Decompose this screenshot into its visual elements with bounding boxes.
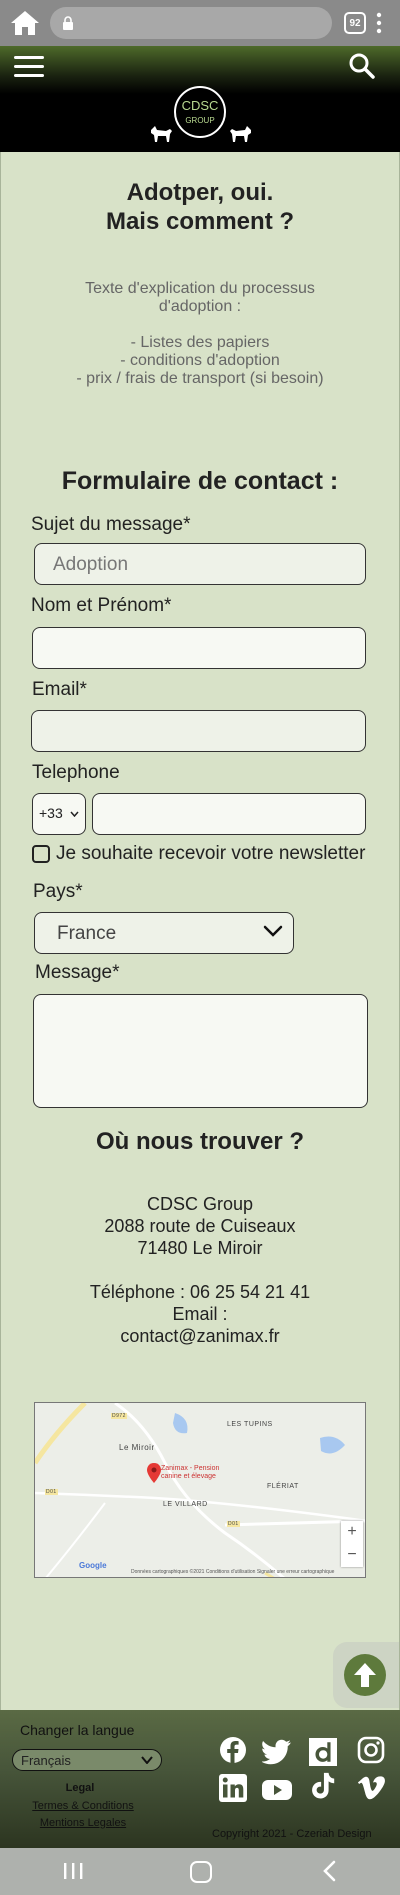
phone-label: Telephone [32, 762, 120, 783]
email-label: Email* [32, 679, 87, 700]
zoom-out-button[interactable]: − [341, 1544, 363, 1567]
explanation-list-item: - Listes des papiers [130, 334, 270, 351]
name-field[interactable] [32, 627, 366, 669]
explanation-line: d'adoption : [158, 298, 242, 315]
recent-apps-icon[interactable] [62, 1862, 84, 1880]
arrow-up-icon [354, 1663, 376, 1687]
dog-silhouette-icon [230, 126, 251, 142]
map-label: Le Miroir [119, 1443, 155, 1452]
home-icon[interactable] [10, 10, 40, 36]
explanation-list-item: - prix / frais de transport (si besoin) [76, 370, 324, 387]
country-select[interactable]: France [34, 912, 294, 954]
location-map[interactable]: LES TUPINS Le Miroir LE VILLARD FLÉRIAT … [34, 1402, 366, 1578]
road-label: D01 [227, 1521, 240, 1527]
tiktok-icon[interactable] [308, 1772, 338, 1800]
phone-number: Téléphone : 06 25 54 21 41 [89, 1282, 311, 1302]
explanation-line: Texte d'explication du processus [85, 280, 315, 297]
map-pin-icon[interactable] [147, 1463, 161, 1483]
map-label: FLÉRIAT [267, 1483, 299, 1490]
hamburger-menu-icon[interactable] [14, 54, 44, 78]
instagram-icon[interactable] [356, 1736, 386, 1764]
site-footer: Changer la langue Français Legal Termes … [0, 1710, 400, 1848]
linkedin-icon[interactable] [218, 1774, 248, 1802]
address-street: 2088 route de Cuiseaux [104, 1216, 296, 1236]
chevron-down-icon [70, 811, 79, 817]
legal-heading: Legal [65, 1782, 95, 1794]
adoption-heading-line1: Adotper, oui. [126, 179, 274, 206]
map-label: LES TUPINS [227, 1421, 273, 1428]
location-heading: Où nous trouver ? [95, 1128, 304, 1155]
lock-icon [63, 16, 73, 30]
message-label: Message* [35, 962, 120, 983]
country-selected-value: France [57, 923, 117, 944]
phone-field[interactable] [92, 793, 366, 835]
road-label: D01 [45, 1489, 58, 1495]
copyright-text: Copyright 2021 - Czeriah Design [212, 1828, 372, 1840]
zoom-in-button[interactable]: + [341, 1521, 363, 1544]
adoption-heading: Adotper, oui. Mais comment ? [0, 178, 400, 236]
map-background [35, 1403, 365, 1577]
home-button-icon[interactable] [190, 1861, 212, 1883]
vimeo-icon[interactable] [356, 1774, 386, 1802]
logo-subtitle: GROUP [185, 116, 215, 125]
email-field[interactable] [31, 710, 366, 752]
email-heading: Email : [172, 1304, 228, 1324]
adoption-heading-line2: Mais comment ? [105, 208, 295, 235]
more-options-icon[interactable] [376, 12, 382, 34]
dog-silhouette-icon [151, 126, 172, 142]
twitter-icon[interactable] [262, 1738, 292, 1766]
phone-country-code-select[interactable]: +33 [32, 793, 86, 835]
subject-label: Sujet du message* [31, 514, 191, 535]
language-select[interactable]: Français [12, 1749, 162, 1771]
search-icon[interactable] [348, 52, 376, 80]
message-textarea[interactable] [33, 994, 368, 1108]
site-logo[interactable]: CDSC GROUP [144, 86, 254, 152]
back-to-top-button[interactable] [333, 1642, 399, 1708]
terms-link[interactable]: Termes & Conditions [0, 1800, 166, 1812]
country-label: Pays* [33, 881, 83, 902]
tab-switcher-button[interactable]: 92 [344, 12, 366, 34]
back-icon[interactable] [322, 1860, 336, 1882]
legal-notice-link[interactable]: Mentions Legales [0, 1817, 166, 1829]
map-pin-label-line: Zanimax - Pension [161, 1465, 220, 1472]
youtube-icon[interactable] [262, 1776, 292, 1804]
address-city: 71480 Le Miroir [137, 1238, 263, 1258]
newsletter-label: Je souhaite recevoir votre newsletter [56, 843, 366, 864]
name-label: Nom et Prénom* [31, 595, 172, 616]
map-attribution[interactable]: Données cartographiques ©2021 Conditions… [131, 1569, 334, 1575]
logo-badge: CDSC GROUP [174, 86, 226, 138]
contact-address: CDSC Group 2088 route de Cuiseaux 71480 … [40, 1193, 360, 1347]
back-to-top-circle [344, 1654, 386, 1696]
language-selected-value: Français [21, 1753, 71, 1768]
chevron-down-icon [141, 1756, 153, 1764]
road-label: D972 [111, 1413, 127, 1419]
map-pin-label: Zanimax - Pension canine et élevage [161, 1465, 219, 1481]
dailymotion-icon[interactable] [308, 1738, 338, 1766]
company-name: CDSC Group [146, 1194, 254, 1214]
phone-country-code: +33 [39, 805, 63, 821]
chevron-down-icon [263, 925, 283, 937]
language-label: Changer la langue [20, 1722, 135, 1738]
browser-toolbar: 92 [0, 0, 400, 46]
subject-field[interactable]: Adoption [34, 543, 366, 585]
system-navigation-bar [0, 1848, 400, 1895]
map-label: LE VILLARD [163, 1501, 208, 1508]
google-logo: Google [79, 1561, 107, 1570]
map-pin-label-line: canine et élevage [161, 1473, 216, 1480]
site-header: CDSC GROUP [0, 46, 400, 152]
map-zoom-controls: + − [341, 1521, 363, 1567]
adoption-explanation: Texte d'explication du processus d'adopt… [40, 280, 360, 388]
contact-form-heading: Formulaire de contact : [61, 467, 339, 495]
url-bar[interactable] [50, 7, 332, 39]
newsletter-checkbox[interactable] [32, 845, 50, 863]
explanation-list-item: - conditions d'adoption [120, 352, 280, 369]
email-address[interactable]: contact@zanimax.fr [40, 1325, 360, 1347]
facebook-icon[interactable] [218, 1736, 248, 1764]
logo-name: CDSC [181, 98, 219, 113]
